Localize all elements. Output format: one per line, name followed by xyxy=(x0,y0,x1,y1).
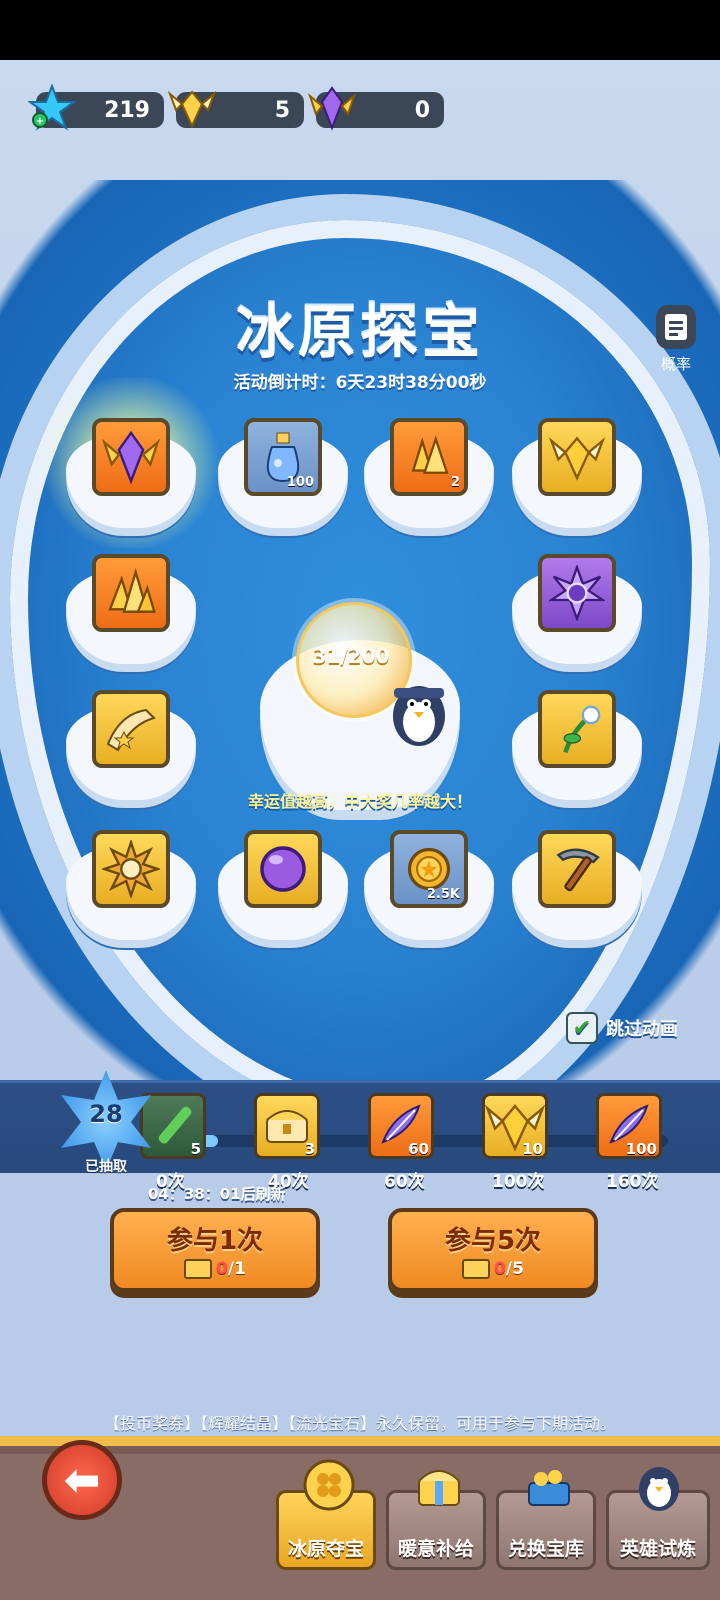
tab-warm-supply[interactable]: 暖意补给 xyxy=(386,1470,486,1570)
milestone-reward[interactable]: 10 xyxy=(482,1093,548,1159)
luck-orb-display[interactable]: 31/200 xyxy=(260,600,460,820)
page-title: 冰原探宝 xyxy=(235,298,484,366)
gold-winged-gem-icon xyxy=(168,90,216,129)
pickaxe-icon xyxy=(556,848,600,892)
gold-crystal-icon xyxy=(411,435,449,474)
prize-box xyxy=(538,690,616,768)
prize-box: 2 xyxy=(390,418,468,496)
milestone-label: 60次 xyxy=(384,1172,425,1192)
prize-tile: 2 xyxy=(364,418,494,536)
prize-tile xyxy=(66,554,196,672)
purple-winged-gem-icon xyxy=(102,430,160,485)
tab-hero-trial[interactable]: 英雄试炼 xyxy=(606,1467,710,1570)
currency-value: 219 xyxy=(104,97,150,123)
currency-bar: + 219 5 0 xyxy=(28,84,444,132)
tab-label: 冰原夺宝 xyxy=(287,1538,364,1560)
prize-box xyxy=(92,830,170,908)
skip-animation-label: 跳过动画 xyxy=(606,1019,678,1040)
milestone-qty: 3 xyxy=(304,1140,315,1158)
prize-qty: 2.5K xyxy=(426,887,460,902)
prize-tile xyxy=(36,378,226,548)
prize-box: 2.5K xyxy=(390,830,468,908)
snowflake-crystal-icon: + xyxy=(28,84,76,131)
milestone-qty: 100 xyxy=(625,1140,657,1158)
draw-count-label: 已抽取 xyxy=(85,1159,127,1175)
draw-five-button[interactable]: 参与5次 0/5 xyxy=(388,1208,598,1292)
milestone-qty: 60 xyxy=(408,1140,429,1158)
prize-box xyxy=(92,690,170,768)
tab-label: 兑换宝库 xyxy=(507,1538,584,1560)
svg-text:+: + xyxy=(36,116,44,127)
gold-crystal-icon xyxy=(108,567,156,613)
milestone-qty: 10 xyxy=(522,1140,543,1158)
prize-box xyxy=(92,554,170,632)
checkmark-icon: ✔ xyxy=(566,1012,598,1044)
prize-box xyxy=(92,418,170,496)
prize-box: 100 xyxy=(244,418,322,496)
prize-qty: 100 xyxy=(286,475,314,490)
prize-tile xyxy=(512,554,642,672)
document-icon xyxy=(656,305,696,349)
purple-winged-gem-icon xyxy=(308,86,356,131)
luck-progress: 31/200 xyxy=(312,644,390,668)
draw-five-label: 参与5次 xyxy=(444,1226,542,1256)
milestone-label: 100次 xyxy=(492,1172,545,1192)
clover-coin-icon xyxy=(303,1459,355,1511)
milestone-label: 160次 xyxy=(606,1172,659,1192)
draw-count-badge: 28 已抽取 xyxy=(56,1070,156,1180)
refresh-timer: 04：38：01后刷新 xyxy=(148,1185,286,1203)
prize-tile: 100 xyxy=(218,418,348,536)
prize-tile xyxy=(512,418,642,536)
prize-tile xyxy=(218,830,348,948)
milestone-reward[interactable]: 3 xyxy=(254,1093,320,1159)
prize-tile xyxy=(66,830,196,948)
penguin-mascot-icon xyxy=(393,686,445,746)
treasure-basket-icon xyxy=(528,1470,570,1506)
prize-box xyxy=(538,554,616,632)
prize-tile xyxy=(512,830,642,948)
draw-five-cost: 0/5 xyxy=(392,1259,594,1279)
draw-count-value: 28 xyxy=(89,1100,123,1128)
prize-tile: 2.5K xyxy=(364,830,494,948)
milestone-reward[interactable]: 60 xyxy=(368,1093,434,1159)
back-arrow-icon: ⬅ xyxy=(63,1454,101,1506)
event-notice: 【投币奖券】【辉耀结晶】【流光宝石】永久保留，可用于参与下期活动。 xyxy=(103,1414,616,1433)
game-screen: + 219 5 0 冰原探宝 活动倒计时：6天23时38分00秒 概率 100 … xyxy=(0,60,720,1600)
currency-purple-gem[interactable]: 0 xyxy=(308,86,444,131)
ticket-icon xyxy=(462,1259,491,1279)
draw-once-label: 参与1次 xyxy=(166,1226,264,1256)
currency-snowflake[interactable]: + 219 xyxy=(28,84,164,131)
penguin-hero-icon xyxy=(639,1467,679,1511)
milestone-reward[interactable]: 100 xyxy=(596,1093,662,1159)
prize-box xyxy=(538,830,616,908)
tab-ice-treasure[interactable]: 冰原夺宝 xyxy=(276,1459,376,1570)
currency-value: 0 xyxy=(414,97,430,123)
draw-once-cost: 0/1 xyxy=(114,1259,316,1279)
tab-exchange-vault[interactable]: 兑换宝库 xyxy=(496,1470,596,1570)
draw-once-button[interactable]: 参与1次 0/1 xyxy=(110,1208,320,1292)
skip-animation-toggle[interactable]: ✔ 跳过动画 xyxy=(566,1012,678,1044)
prize-box xyxy=(244,830,322,908)
milestone-qty: 5 xyxy=(190,1140,201,1158)
prize-box xyxy=(538,418,616,496)
ticket-icon xyxy=(184,1259,213,1279)
back-button[interactable]: ⬅ xyxy=(42,1440,122,1520)
tab-label: 暖意补给 xyxy=(397,1538,474,1560)
probability-button[interactable]: 概率 xyxy=(646,305,706,385)
moon-star-icon xyxy=(549,565,605,621)
currency-value: 5 xyxy=(274,97,290,123)
prize-qty: 2 xyxy=(450,475,460,490)
purple-orb-icon xyxy=(260,846,306,892)
currency-gold-gem[interactable]: 5 xyxy=(168,90,304,129)
gold-winged-gem-icon xyxy=(549,436,605,481)
luck-hint: 幸运值越高，中大奖几率越大！ xyxy=(247,792,472,811)
tab-label: 英雄试炼 xyxy=(619,1538,696,1560)
probability-label: 概率 xyxy=(660,355,691,373)
snow-plant-icon xyxy=(563,705,601,754)
scroll-icon xyxy=(106,708,156,752)
gift-chest-icon xyxy=(418,1470,460,1506)
sun-emblem-icon xyxy=(102,840,160,898)
